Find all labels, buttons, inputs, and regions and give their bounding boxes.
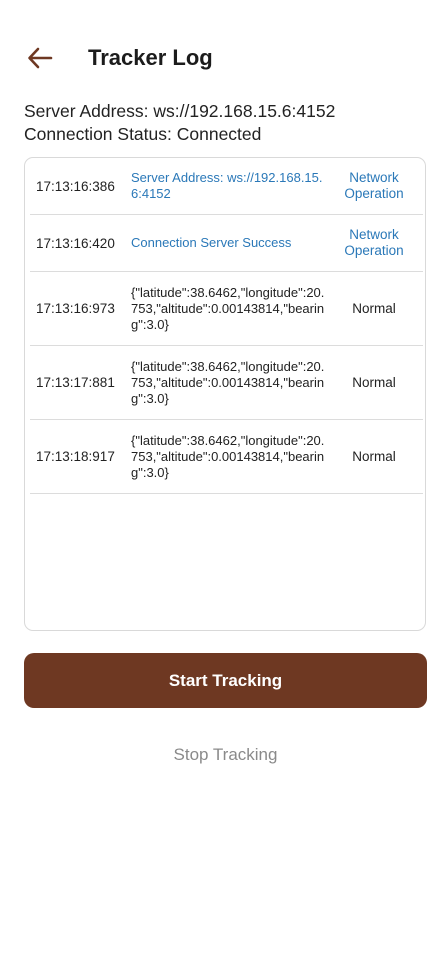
log-row: 17:13:18:917 {"latitude":38.6462,"longit… <box>30 420 423 494</box>
log-message: Connection Server Success <box>131 235 292 250</box>
connection-info: Server Address: ws://192.168.15.6:4152 C… <box>24 100 335 146</box>
top-app-bar: Tracker Log <box>0 36 447 80</box>
log-time: 17:13:17:881 <box>36 375 115 390</box>
log-time: 17:13:18:917 <box>36 449 115 464</box>
log-list: 17:13:16:386 Server Address: ws://192.16… <box>30 158 423 494</box>
start-tracking-button[interactable]: Start Tracking <box>24 653 427 708</box>
log-list-container[interactable]: 17:13:16:386 Server Address: ws://192.16… <box>24 157 426 631</box>
log-time: 17:13:16:973 <box>36 301 115 316</box>
connection-status-text: Connection Status: Connected <box>24 124 262 144</box>
log-message: {"latitude":38.6462,"longitude":20.753,"… <box>131 284 325 332</box>
log-time: 17:13:16:420 <box>36 235 115 251</box>
back-button[interactable] <box>24 44 56 72</box>
server-address-text: Server Address: ws://192.168.15.6:4152 <box>24 101 336 121</box>
log-type: Normal <box>352 300 396 316</box>
log-message: {"latitude":38.6462,"longitude":20.753,"… <box>131 358 325 406</box>
log-type: Network Operation <box>344 170 404 201</box>
log-row: 17:13:16:386 Server Address: ws://192.16… <box>30 158 423 215</box>
page-title: Tracker Log <box>88 45 213 70</box>
arrow-left-icon <box>28 47 53 69</box>
log-row: 17:13:16:420 Connection Server Success N… <box>30 215 423 272</box>
stop-tracking-button[interactable]: Stop Tracking <box>24 735 427 775</box>
log-type: Normal <box>352 374 396 390</box>
log-row: 17:13:17:881 {"latitude":38.6462,"longit… <box>30 346 423 420</box>
log-time: 17:13:16:386 <box>36 178 115 194</box>
tracker-log-screen: Tracker Log Server Address: ws://192.168… <box>0 0 447 967</box>
log-type: Normal <box>352 448 396 464</box>
log-type: Network Operation <box>344 227 404 258</box>
log-message: Server Address: ws://192.168.15.6:4152 <box>131 170 323 201</box>
log-row: 17:13:16:973 {"latitude":38.6462,"longit… <box>30 272 423 346</box>
log-message: {"latitude":38.6462,"longitude":20.753,"… <box>131 432 325 480</box>
